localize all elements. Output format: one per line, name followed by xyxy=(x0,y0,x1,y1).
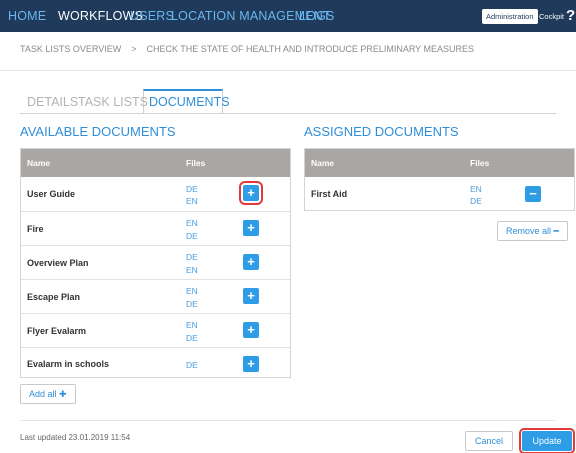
top-navigation-bar: HOME WORKFLOWS USERS LOCATION MANAGEMENT… xyxy=(0,0,576,32)
add-all-button[interactable]: Add all ✚ xyxy=(20,384,76,404)
file-link[interactable]: EN xyxy=(470,184,482,194)
column-header-files: Files xyxy=(470,158,490,168)
file-link[interactable]: DE xyxy=(186,231,198,241)
breadcrumb-separator: > xyxy=(131,44,137,54)
file-link[interactable]: EN xyxy=(186,196,198,206)
document-name: Flyer Evalarm xyxy=(27,326,87,336)
add-document-button[interactable]: + xyxy=(243,220,259,236)
tab-documents[interactable]: DOCUMENTS xyxy=(149,95,230,109)
file-link[interactable]: EN xyxy=(186,286,198,296)
file-link[interactable]: DE xyxy=(186,252,198,262)
table-row: User Guide DE EN + xyxy=(21,177,290,211)
file-link[interactable]: EN xyxy=(186,320,198,330)
column-header-name: Name xyxy=(27,158,51,168)
tab-details[interactable]: DETAILS xyxy=(27,95,78,109)
nav-logs[interactable]: LOGS xyxy=(299,9,335,23)
update-button[interactable]: Update xyxy=(519,428,575,453)
breadcrumb: TASK LISTS OVERVIEW > CHECK THE STATE OF H… xyxy=(20,44,474,54)
breadcrumb-current: CHECK THE STATE OF HEALTH AND INTRODUCE … xyxy=(146,44,475,54)
column-header-name: Name xyxy=(311,158,335,168)
document-name: Escape Plan xyxy=(27,292,81,302)
add-document-button[interactable]: + xyxy=(243,356,259,372)
file-link[interactable]: DE xyxy=(186,184,198,194)
nav-home[interactable]: HOME xyxy=(8,9,46,23)
available-documents-title: AVAILABLE DOCUMENTS xyxy=(20,124,176,139)
table-header: Name Files xyxy=(21,149,290,177)
assigned-documents-table: Name Files First Aid EN DE − xyxy=(304,148,575,211)
table-row: Fire EN DE + xyxy=(21,211,290,245)
document-name: First Aid xyxy=(311,189,348,199)
remove-all-button[interactable]: Remove all ━ xyxy=(497,221,568,241)
file-link[interactable]: DE xyxy=(186,360,198,370)
administration-button[interactable]: Administration xyxy=(482,9,538,24)
add-document-button[interactable]: + xyxy=(243,254,259,270)
footer-divider xyxy=(20,420,556,421)
help-icon[interactable]: ? xyxy=(566,7,575,24)
file-link[interactable]: EN xyxy=(186,218,198,228)
file-link[interactable]: DE xyxy=(186,333,198,343)
file-link[interactable]: DE xyxy=(470,196,482,206)
file-link[interactable]: EN xyxy=(186,265,198,275)
cancel-button[interactable]: Cancel xyxy=(465,431,513,451)
document-name: User Guide xyxy=(27,189,76,199)
table-row: Flyer Evalarm EN DE + xyxy=(21,313,290,347)
cockpit-link[interactable]: Cockpit xyxy=(539,12,564,21)
table-row: Evalarm in schools DE + xyxy=(21,347,290,378)
available-documents-table: Name Files User Guide DE EN + Fire EN DE… xyxy=(20,148,291,378)
add-document-button[interactable]: + xyxy=(243,288,259,304)
remove-document-button[interactable]: − xyxy=(525,186,541,202)
document-name: Fire xyxy=(27,224,44,234)
document-name: Evalarm in schools xyxy=(27,359,110,369)
nav-users[interactable]: USERS xyxy=(130,9,174,23)
add-document-button[interactable]: + xyxy=(243,322,259,338)
last-updated-text: Last updated 23.01.2019 11:54 xyxy=(20,433,131,442)
divider xyxy=(0,70,576,71)
table-row: First Aid EN DE − xyxy=(305,177,574,211)
tab-underline xyxy=(20,113,556,114)
column-header-files: Files xyxy=(186,158,206,168)
document-name: Overview Plan xyxy=(27,258,89,268)
tab-task-lists[interactable]: TASK LISTS xyxy=(78,95,148,109)
table-row: Escape Plan EN DE + xyxy=(21,279,290,313)
add-document-button[interactable]: + xyxy=(239,181,263,205)
table-row: Overview Plan DE EN + xyxy=(21,245,290,279)
breadcrumb-task-lists-overview[interactable]: TASK LISTS OVERVIEW xyxy=(20,44,121,54)
table-header: Name Files xyxy=(305,149,574,177)
file-link[interactable]: DE xyxy=(186,299,198,309)
assigned-documents-title: ASSIGNED DOCUMENTS xyxy=(304,124,459,139)
